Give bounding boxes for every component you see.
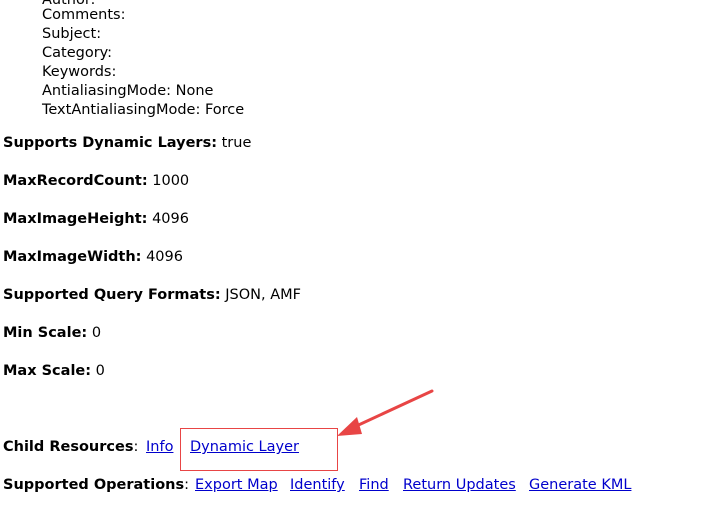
supported-operations-colon: :: [184, 477, 190, 493]
child-resources-label: Child Resources: [3, 439, 134, 455]
property-min-scale: Min Scale: 0: [3, 324, 101, 343]
property-value: 4096: [152, 211, 189, 227]
link-info[interactable]: Info: [146, 438, 173, 457]
link-return-updates[interactable]: Return Updates: [403, 476, 516, 495]
link-generate-kml[interactable]: Generate KML: [529, 476, 631, 495]
property-label: MaxImageWidth:: [3, 249, 142, 265]
doc-keywords-label: Keywords:: [42, 64, 117, 80]
property-value: 1000: [152, 173, 190, 189]
property-supports-dynamic-layers: Supports Dynamic Layers: true: [3, 134, 251, 153]
property-max-scale: Max Scale: 0: [3, 362, 105, 381]
property-value: 0: [91, 325, 102, 341]
property-value: 0: [95, 363, 105, 379]
property-label: Supports Dynamic Layers:: [3, 135, 218, 151]
doc-category-label: Category:: [42, 45, 113, 61]
link-find[interactable]: Find: [359, 476, 389, 495]
property-label: MaxRecordCount:: [3, 173, 148, 189]
property-value: JSON, AMF: [225, 287, 301, 303]
child-resources-row: Child Resources:: [3, 438, 138, 457]
property-value: 4096: [146, 249, 183, 265]
property-max-image-height: MaxImageHeight: 4096: [3, 210, 189, 229]
doc-comments-label: Comments:: [42, 7, 126, 23]
child-resources-colon: :: [133, 439, 139, 455]
property-max-image-width: MaxImageWidth: 4096: [3, 248, 183, 267]
property-label: Supported Query Formats:: [3, 287, 221, 303]
property-label: MaxImageHeight:: [3, 211, 148, 227]
link-identify[interactable]: Identify: [290, 476, 345, 495]
doc-subject-label: Subject:: [42, 26, 102, 42]
property-value: true: [221, 135, 252, 151]
property-label: Min Scale:: [3, 325, 88, 341]
annotation-highlight-box: [180, 428, 338, 471]
property-supported-query-formats: Supported Query Formats: JSON, AMF: [3, 286, 301, 305]
property-label: Max Scale:: [3, 363, 92, 379]
property-max-record-count: MaxRecordCount: 1000: [3, 172, 189, 191]
supported-operations-row: Supported Operations:: [3, 476, 189, 495]
link-export-map[interactable]: Export Map: [195, 476, 278, 495]
doc-text-antialiasing-mode: TextAntialiasingMode: Force: [42, 102, 245, 118]
doc-antialiasing-mode: AntialiasingMode: None: [42, 83, 214, 99]
supported-operations-label: Supported Operations: [3, 477, 185, 493]
